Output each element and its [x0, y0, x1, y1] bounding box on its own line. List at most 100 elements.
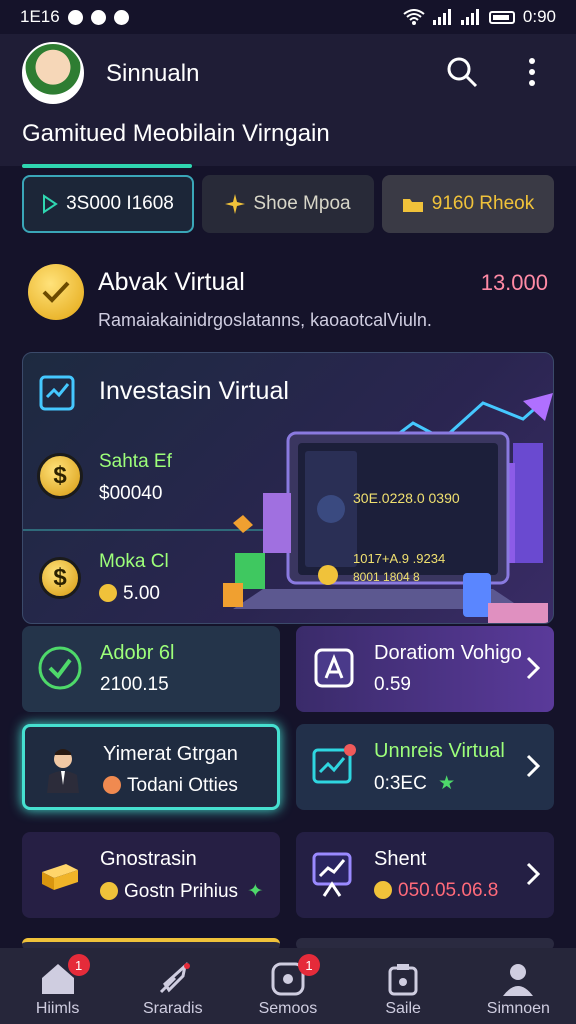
notification-badge: 1	[297, 954, 320, 976]
screen-line: 30E.0228.0 0390	[353, 490, 460, 506]
nav-label: Saile	[385, 1000, 421, 1017]
chip-label: 3S000 I1608	[66, 193, 174, 214]
chevron-right-icon	[526, 656, 540, 680]
card-yimerat[interactable]: Yimerat Gtrgan Todani Otties	[22, 724, 280, 810]
status-clock: 0:90	[522, 7, 556, 26]
coin-icon	[100, 882, 118, 900]
balance-title: Abvak Virtual	[98, 268, 245, 296]
investment-row-label: Moka Cl	[99, 551, 169, 572]
battery-icon	[488, 10, 515, 24]
card-value: Todani Otties	[103, 775, 238, 797]
chip-check[interactable]: 9160 Rheok	[382, 175, 554, 233]
card-value-text: Gostn Prihius	[124, 881, 239, 902]
search-icon[interactable]	[446, 56, 478, 88]
status-left: 1E16	[20, 7, 129, 27]
card-title: Doratiom Vohigo	[374, 642, 522, 664]
card-shent[interactable]: Shent 050.05.06.8	[296, 832, 554, 918]
notification-icon	[113, 9, 129, 25]
card-doratiom[interactable]: Doratiom Vohigo 0.59	[296, 626, 554, 712]
page-subtitle: Gamitued Meobilain Virngain	[22, 120, 330, 147]
nav-label: Sraradis	[142, 1000, 203, 1017]
nav-home[interactable]: Hiimls 1	[12, 954, 104, 1018]
more-options-icon[interactable]	[520, 56, 544, 88]
card-value-text: Todani Otties	[127, 775, 238, 796]
card-title: Unnreis Virtual	[374, 740, 505, 762]
app-store-icon	[314, 648, 354, 688]
app-bar: Sinnualn Gamitued Meobilain Virngain	[0, 34, 576, 166]
app-name: Sinnualn	[106, 60, 200, 87]
card-value: Gostn Prihius ✦	[100, 880, 263, 903]
target-check-icon	[38, 646, 82, 690]
nav-label: Simnoen	[486, 1000, 550, 1017]
balance-value: 13.000	[480, 270, 548, 295]
screen-line: 8001 1804 8	[353, 570, 420, 584]
balance-description: Ramaiakainidrgoslatanns, kaoaotcalViuln.	[98, 310, 432, 330]
nav-rocket[interactable]: Sraradis	[127, 962, 219, 1018]
investment-row-value: 5.00	[99, 583, 160, 605]
card-value-text: 050.05.06.8	[398, 880, 499, 901]
laptop-illustration: 30E.0228.0 0390 1017+A.9 .9234 8001 1804…	[223, 393, 553, 623]
avatar[interactable]	[22, 42, 84, 104]
card-gnostrasin[interactable]: Gnostrasin Gostn Prihius ✦	[22, 832, 280, 918]
play-icon	[43, 194, 58, 214]
chevron-right-icon	[526, 754, 540, 778]
investment-row-value: $00040	[99, 483, 163, 504]
coin-stack-icon: $	[39, 557, 81, 599]
check-badge-icon	[28, 264, 84, 320]
notification-badge: 1	[67, 954, 90, 976]
chevron-right-icon	[526, 862, 540, 886]
chip-label: 9160 Rheok	[431, 193, 535, 214]
chip-play[interactable]: 3S000 I1608	[22, 175, 194, 233]
nav-profile[interactable]: Simnoen	[472, 962, 564, 1018]
folder-icon	[402, 199, 423, 212]
card-title: Yimerat Gtrgan	[103, 743, 238, 765]
card-value: 2100.15	[100, 674, 169, 695]
card-unnreis[interactable]: Unnreis Virtual 0:3EC ★	[296, 724, 554, 810]
bottom-navigation: Hiimls 1 Sraradis Semoos 1 Saile Simnoen	[0, 948, 576, 1024]
status-bar: 1E16 0:90	[0, 0, 576, 34]
card-value: 0:3EC ★	[374, 772, 455, 795]
nav-label: Semoos	[258, 1000, 318, 1017]
profile-icon	[503, 964, 534, 996]
gold-bar-icon	[42, 864, 78, 890]
notification-icon	[90, 9, 106, 25]
businessman-icon	[47, 749, 79, 793]
status-right: 0:90	[403, 7, 556, 27]
card-value: 050.05.06.8	[374, 880, 498, 902]
nav-wallet[interactable]: Saile	[357, 962, 449, 1018]
sparkle-icon	[225, 194, 246, 214]
dashboard-icon	[312, 744, 356, 784]
coin-icon	[103, 776, 121, 794]
star-icon: ★	[438, 773, 456, 794]
chip-label: Shoe Mpoa	[253, 193, 351, 214]
signal-icon	[460, 9, 479, 25]
screen-line: 1017+A.9 .9234	[353, 551, 445, 566]
chart-check-icon	[39, 375, 75, 411]
chart-screen-icon	[312, 852, 352, 897]
wifi-icon	[403, 9, 425, 25]
card-value-text: 0:3EC	[374, 773, 427, 794]
signal-icon	[432, 9, 451, 25]
active-tab-indicator	[22, 164, 192, 168]
nav-games[interactable]: Semoos 1	[242, 954, 334, 1018]
filter-chips: 3S000 I1608 Shoe Mpoa 9160 Rheok	[22, 175, 554, 233]
coin-icon	[99, 584, 117, 602]
investment-row-value-text: 5.00	[123, 583, 160, 604]
card-title: Gnostrasin	[100, 848, 197, 870]
rocket-icon	[159, 962, 190, 994]
investment-panel[interactable]: Investasin Virtual $ Sahta Ef $00040 $ M…	[22, 352, 554, 624]
dollar-coin-icon: $	[37, 453, 83, 499]
card-adobr[interactable]: Adobr 6l 2100.15	[22, 626, 280, 712]
investment-row-label: Sahta Ef	[99, 451, 172, 472]
balance-summary[interactable]: Abvak Virtual 13.000 Ramaiakainidrgoslat…	[22, 262, 554, 332]
sparkle-icon: ✦	[247, 881, 264, 902]
chip-shop[interactable]: Shoe Mpoa	[202, 175, 374, 233]
card-value: 0.59	[374, 674, 411, 695]
status-time: 1E16	[20, 7, 60, 26]
notification-icon	[67, 9, 83, 25]
wallet-icon	[388, 964, 418, 996]
coin-icon	[374, 881, 392, 899]
card-title: Adobr 6l	[100, 642, 175, 664]
nav-label: Hiimls	[35, 1000, 80, 1017]
card-title: Shent	[374, 848, 427, 870]
